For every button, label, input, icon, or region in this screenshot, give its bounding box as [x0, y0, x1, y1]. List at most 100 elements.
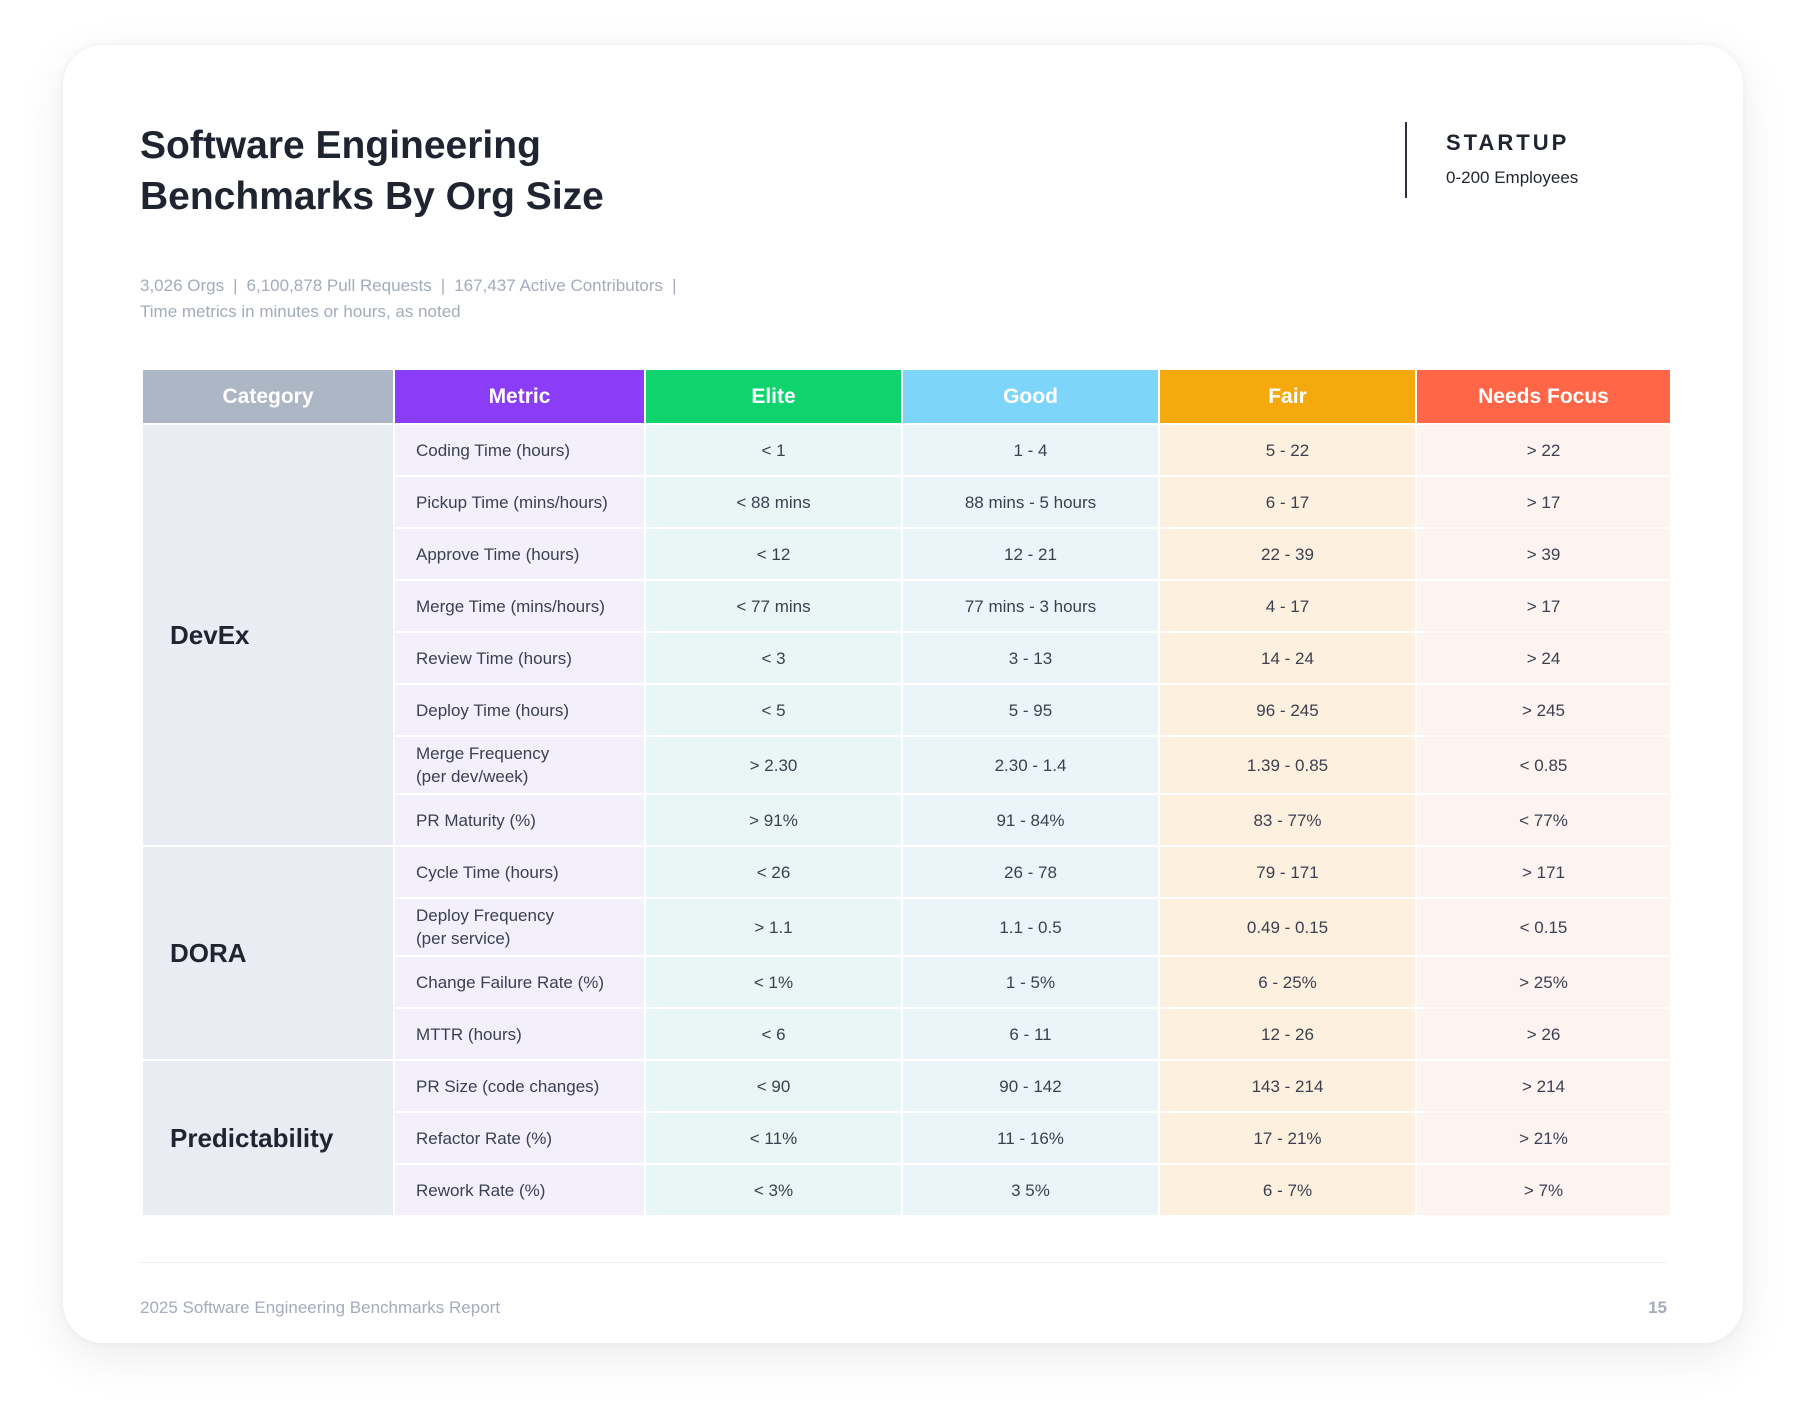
elite-cell: < 1 [646, 425, 901, 475]
stat-contributors: 167,437 Active Contributors [454, 276, 664, 295]
metric-cell: MTTR (hours) [395, 1009, 644, 1059]
page-title-line-1: Software Engineering [140, 124, 541, 167]
stat-orgs: 3,026 Orgs [140, 276, 225, 295]
table-row: DORA Cycle Time (hours) < 26 26 - 78 79 - 17… [143, 847, 1670, 1059]
page-number: 15 [1648, 1298, 1667, 1317]
metric-label-line: PR Maturity (%) [416, 810, 536, 830]
fair-cell: 12 - 26 [1160, 1009, 1415, 1059]
metric-cell: PR Size (code changes) [395, 1061, 644, 1111]
elite-cell: < 3 [646, 633, 901, 683]
stat-pull-requests: 6,100,878 Pull Requests [246, 276, 432, 295]
needs-focus-cell: < 77% [1417, 795, 1670, 845]
stat-separator: | [672, 276, 677, 295]
fair-cell: 4 - 17 [1160, 581, 1415, 631]
needs-focus-cell: > 7% [1417, 1165, 1670, 1215]
metric-label-line: MTTR (hours) [416, 1024, 522, 1044]
metric-cell: Review Time (hours) [395, 633, 644, 683]
org-size-divider [1405, 122, 1407, 198]
dataset-stats: 3,026 Orgs | 6,100,878 Pull Requests | 167,4… [140, 273, 685, 325]
stats-note: Time metrics in minutes or hours, as not… [140, 302, 461, 321]
metric-cell: Deploy Time (hours) [395, 685, 644, 735]
stat-separator: | [440, 276, 446, 295]
elite-cell: < 88 mins [646, 477, 901, 527]
metric-label-line: Deploy Frequency [416, 906, 554, 925]
needs-focus-cell: > 214 [1417, 1061, 1670, 1111]
good-cell: 3 - 13 [903, 633, 1158, 683]
metric-label-line: Merge Time (mins/hours) [416, 596, 605, 616]
needs-focus-cell: > 39 [1417, 529, 1670, 579]
good-cell: 11 - 16% [903, 1113, 1158, 1163]
elite-cell: < 3% [646, 1165, 901, 1215]
needs-focus-cell: < 0.15 [1417, 899, 1670, 955]
category-cell: DevEx [143, 425, 393, 845]
fair-cell: 0.49 - 0.15 [1160, 899, 1415, 955]
good-cell: 1 - 5% [903, 957, 1158, 1007]
fair-cell: 22 - 39 [1160, 529, 1415, 579]
stats-line: 3,026 Orgs | 6,100,878 Pull Requests | 167,4… [140, 273, 685, 299]
header-metric: Metric [395, 370, 644, 423]
fair-cell: 83 - 77% [1160, 795, 1415, 845]
footer-divider [140, 1262, 1667, 1263]
table-row: DevEx Coding Time (hours) < 11 - 45 - 22 > … [143, 425, 1670, 845]
fair-cell: 6 - 25% [1160, 957, 1415, 1007]
good-cell: 3 5% [903, 1165, 1158, 1215]
needs-focus-cell: > 245 [1417, 685, 1670, 735]
metric-label-line: Cycle Time (hours) [416, 862, 559, 882]
fair-cell: 1.39 - 0.85 [1160, 737, 1415, 793]
needs-focus-cell: > 17 [1417, 581, 1670, 631]
elite-cell: < 5 [646, 685, 901, 735]
metric-label-line: Approve Time (hours) [416, 544, 580, 564]
metric-cell: Merge Time (mins/hours) [395, 581, 644, 631]
elite-cell: > 1.1 [646, 899, 901, 955]
metric-cell: Approve Time (hours) [395, 529, 644, 579]
elite-cell: > 2.30 [646, 737, 901, 793]
good-cell: 12 - 21 [903, 529, 1158, 579]
benchmarks-table: Category Metric Elite Good Fair Needs Fo… [141, 368, 1672, 1217]
elite-cell: < 1% [646, 957, 901, 1007]
page-title-line-2: Benchmarks By Org Size [140, 175, 604, 218]
org-size-name: STARTUP [1446, 130, 1570, 155]
good-cell: 26 - 78 [903, 847, 1158, 897]
fair-cell: 79 - 171 [1160, 847, 1415, 897]
needs-focus-cell: > 171 [1417, 847, 1670, 897]
good-cell: 2.30 - 1.4 [903, 737, 1158, 793]
fair-cell: 17 - 21% [1160, 1113, 1415, 1163]
metric-label-line: PR Size (code changes) [416, 1076, 600, 1096]
good-cell: 90 - 142 [903, 1061, 1158, 1111]
good-cell: 1 - 4 [903, 425, 1158, 475]
fair-cell: 6 - 17 [1160, 477, 1415, 527]
metric-cell: Rework Rate (%) [395, 1165, 644, 1215]
metric-label-line: Review Time (hours) [416, 648, 572, 668]
metric-label-line: (per dev/week) [416, 767, 529, 786]
table-header-row: Category Metric Elite Good Fair Needs Fo… [143, 370, 1670, 423]
header-fair: Fair [1160, 370, 1415, 423]
metric-cell: Pickup Time (mins/hours) [395, 477, 644, 527]
elite-cell: < 6 [646, 1009, 901, 1059]
good-cell: 1.1 - 0.5 [903, 899, 1158, 955]
report-page: Software Engineering Benchmarks By Org S… [63, 45, 1743, 1343]
elite-cell: < 26 [646, 847, 901, 897]
category-cell: DORA [143, 847, 393, 1059]
good-cell: 77 mins - 3 hours [903, 581, 1158, 631]
fair-cell: 6 - 7% [1160, 1165, 1415, 1215]
metric-label-line: Change Failure Rate (%) [416, 972, 605, 992]
org-size-range: 0-200 Employees [1446, 168, 1579, 187]
category-cell: Predictability [143, 1061, 393, 1215]
fair-cell: 96 - 245 [1160, 685, 1415, 735]
good-cell: 88 mins - 5 hours [903, 477, 1158, 527]
metric-cell: PR Maturity (%) [395, 795, 644, 845]
needs-focus-cell: > 25% [1417, 957, 1670, 1007]
good-cell: 91 - 84% [903, 795, 1158, 845]
header-category: Category [143, 370, 393, 423]
metric-cell: Coding Time (hours) [395, 425, 644, 475]
stat-separator: | [233, 276, 238, 295]
needs-focus-cell: > 21% [1417, 1113, 1670, 1163]
elite-cell: < 77 mins [646, 581, 901, 631]
fair-cell: 5 - 22 [1160, 425, 1415, 475]
metric-cell: Cycle Time (hours) [395, 847, 644, 897]
needs-focus-cell: < 0.85 [1417, 737, 1670, 793]
needs-focus-cell: > 22 [1417, 425, 1670, 475]
metric-label-line: Merge Frequency [416, 744, 550, 763]
elite-cell: < 12 [646, 529, 901, 579]
metric-cell: Merge Frequency (per dev/week) [395, 737, 644, 793]
